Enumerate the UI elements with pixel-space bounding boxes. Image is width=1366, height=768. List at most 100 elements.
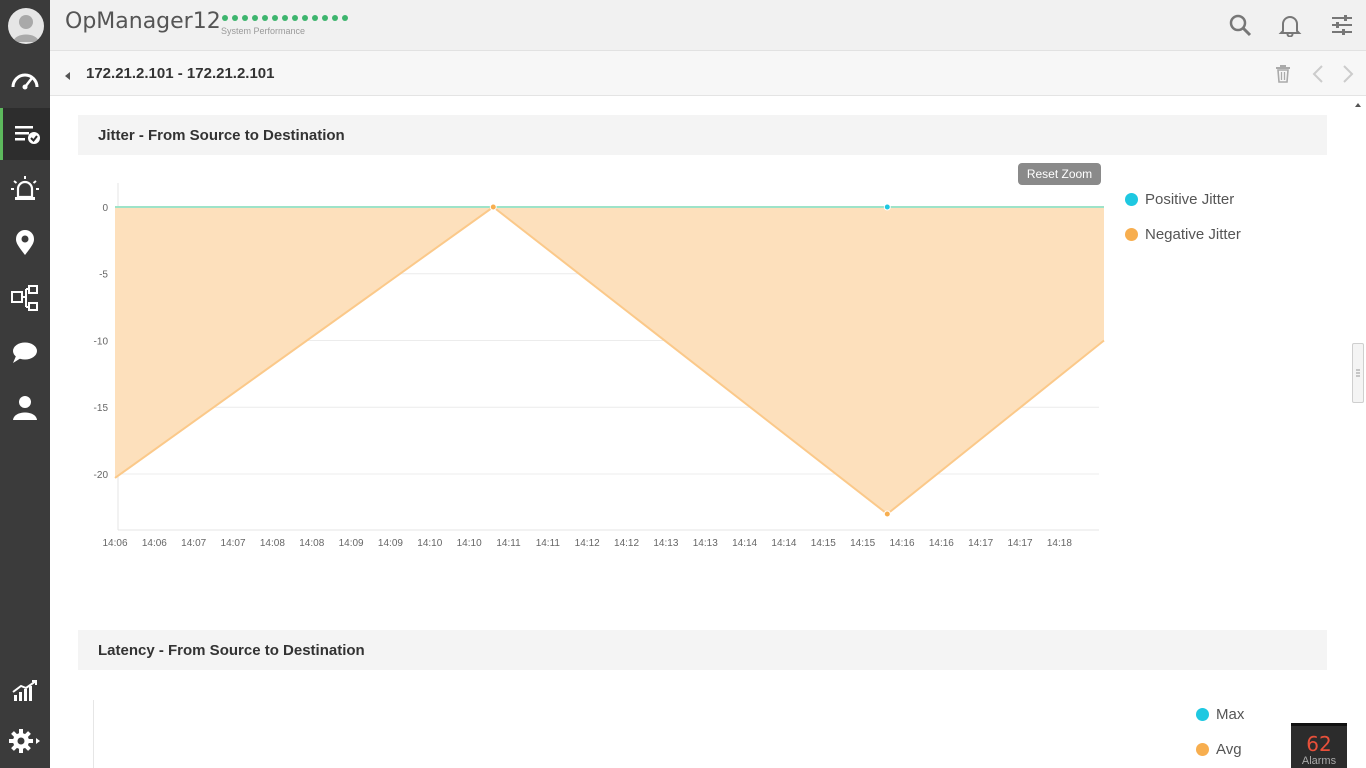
x-tick-label: 14:17 [968,538,993,549]
sidebar-item-reports[interactable] [0,665,50,717]
latency-chart-axis [93,700,94,768]
y-tick-label: 0 [102,203,108,214]
x-tick-label: 14:10 [417,538,442,549]
x-tick-label: 14:08 [260,538,285,549]
back-button[interactable] [64,68,72,86]
reset-zoom-button[interactable]: Reset Zoom [1018,163,1101,185]
x-tick-label: 14:12 [614,538,639,549]
legend-dot-negative [1125,228,1138,241]
positive-jitter-point [883,203,891,211]
legend-label-negative: Negative Jitter [1145,226,1241,243]
x-tick-label: 14:07 [181,538,206,549]
vertical-scrollbar[interactable] [1350,96,1366,768]
app-title: OpManager12 [65,9,221,34]
sidebar-item-dashboard[interactable] [0,53,50,105]
legend-item-avg[interactable]: Avg [1196,741,1242,758]
search-button[interactable] [1227,12,1253,38]
jitter-section-header: Jitter - From Source to Destination [78,115,1327,155]
gear-icon [9,729,40,753]
negative-jitter-point [489,203,497,211]
negative-jitter-area [115,207,1104,514]
x-tick-label: 14:11 [536,538,561,549]
bell-icon [1278,16,1302,37]
chevron-right-icon [1343,65,1354,83]
legend-dot-avg [1196,743,1209,756]
x-tick-label: 14:07 [221,538,246,549]
sidebar-item-inventory[interactable] [0,108,50,160]
page-title: 172.21.2.101 - 172.21.2.101 [86,65,275,82]
x-tick-label: 14:14 [771,538,796,549]
latency-section-title: Latency - From Source to Destination [98,642,365,659]
alarms-counter[interactable]: 62 Alarms [1291,723,1347,768]
chart-trend-icon [12,680,37,701]
caret-left-icon [65,72,70,80]
system-performance-label: System Performance [221,26,306,36]
notifications-button[interactable] [1277,12,1303,38]
trash-icon [1276,65,1290,83]
grip-icon [1356,369,1360,377]
x-tick-label: 14:09 [378,538,403,549]
y-tick-label: -5 [99,270,108,281]
legend-dot-max [1196,708,1209,721]
sidebar-item-alarms[interactable] [0,162,50,214]
scrollbar-thumb[interactable] [1352,343,1364,403]
negative-jitter-point [883,510,891,518]
sidebar-item-settings[interactable] [0,715,50,767]
sidebar-item-users[interactable] [0,382,50,434]
legend-label-avg: Avg [1216,741,1242,758]
workflow-icon [11,285,38,311]
x-tick-label: 14:18 [1047,538,1072,549]
x-tick-label: 14:14 [732,538,757,549]
list-check-icon [14,126,40,144]
top-bar: OpManager12 System Performance [50,0,1366,51]
previous-button[interactable] [1307,63,1329,85]
x-tick-label: 14:15 [811,538,836,549]
content-area: Jitter - From Source to Destination 0 -5 -… [50,96,1350,768]
y-tick-label: -10 [94,336,109,347]
sidebar [0,0,50,768]
x-tick-label: 14:09 [339,538,364,549]
sidebar-item-chat[interactable] [0,327,50,379]
x-tick-label: 14:12 [575,538,600,549]
speedometer-icon [11,73,39,90]
x-tick-label: 14:11 [496,538,521,549]
legend-label-max: Max [1216,706,1245,723]
sidebar-item-maps[interactable] [0,217,50,269]
avatar[interactable] [8,8,44,44]
legend-item-positive-jitter[interactable]: Positive Jitter [1125,191,1234,208]
preferences-button[interactable] [1329,12,1355,38]
jitter-chart[interactable]: 0 -5 -10 -15 -20 14:06 14:06 14:07 14:07 14:08 14:… [90,176,1140,646]
x-tick-label: 14:17 [1008,538,1033,549]
legend-item-negative-jitter[interactable]: Negative Jitter [1125,226,1241,243]
delete-button[interactable] [1272,63,1294,85]
alarm-label: Alarms [1301,755,1337,767]
user-icon [13,396,37,420]
sidebar-item-workflow[interactable] [0,272,50,324]
legend-dot-positive [1125,193,1138,206]
avatar-person-icon [13,15,39,42]
x-tick-label: 14:16 [889,538,914,549]
next-button[interactable] [1337,63,1359,85]
chat-bubbles-icon [13,342,37,363]
x-tick-label: 14:16 [929,538,954,549]
x-tick-label: 14:13 [693,538,718,549]
sliders-icon [1332,15,1352,35]
performance-dots [222,15,348,21]
x-tick-label: 14:15 [850,538,875,549]
scroll-up-icon[interactable] [1350,99,1366,111]
jitter-section-title: Jitter - From Source to Destination [98,127,345,144]
y-tick-label: -15 [94,403,109,414]
search-icon [1229,14,1252,37]
x-tick-label: 14:08 [299,538,324,549]
latency-section-header: Latency - From Source to Destination [78,630,1327,670]
x-tick-label: 14:10 [457,538,482,549]
legend-item-max[interactable]: Max [1196,706,1244,723]
location-pin-icon [16,230,34,255]
x-tick-label: 14:06 [102,538,127,549]
y-tick-label: -20 [94,470,109,481]
siren-icon [11,176,39,200]
chevron-left-icon [1312,65,1323,83]
x-tick-label: 14:13 [653,538,678,549]
alarm-count: 62 [1306,732,1332,756]
device-header: 172.21.2.101 - 172.21.2.101 [50,51,1366,96]
